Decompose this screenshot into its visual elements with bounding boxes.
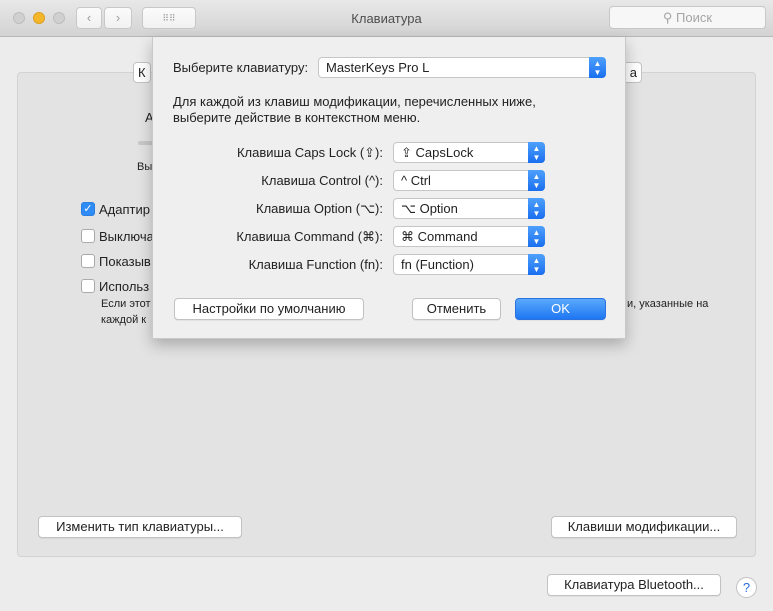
bluetooth-keyboard-button[interactable]: Клавиатура Bluetooth... [547, 574, 721, 596]
description-text: каждой к [101, 314, 147, 326]
checkbox-label: Показыв [99, 254, 151, 269]
option-label: Клавиша Option (⌥): [256, 201, 383, 216]
slider-label: Вы [137, 161, 153, 173]
checkmark-icon: ✓ [83, 203, 93, 215]
checkbox-2[interactable] [81, 254, 95, 268]
control-select[interactable]: ^ Ctrl ▲ ▼ [393, 170, 545, 191]
command-select[interactable]: ⌘ Command ▲ ▼ [393, 226, 545, 247]
updown-chevron-icon: ▲ ▼ [528, 254, 545, 275]
keyboard-select[interactable]: MasterKeys Pro L ▲ ▼ [318, 57, 606, 78]
magnifier-icon: ⚲ [662, 10, 677, 25]
restore-defaults-button[interactable]: Настройки по умолчанию [174, 298, 364, 320]
cancel-button[interactable]: Отменить [412, 298, 501, 320]
help-button[interactable]: ? [736, 577, 757, 598]
function-label: Клавиша Function (fn): [248, 257, 383, 272]
updown-chevron-icon: ▲ ▼ [528, 226, 545, 247]
modifier-keys-sheet: Выберите клавиатуру: MasterKeys Pro L ▲ ▼ … [152, 37, 626, 339]
updown-chevron-icon: ▲ ▼ [528, 142, 545, 163]
ok-button[interactable]: OK [515, 298, 606, 320]
description-text: Если этот [101, 298, 151, 310]
description-text: и, указанные на [627, 298, 709, 310]
updown-chevron-icon: ▲ ▼ [528, 198, 545, 219]
tab-keyboard[interactable]: К [133, 62, 151, 83]
checkbox-3[interactable] [81, 279, 95, 293]
checkbox-label: Использ [99, 279, 150, 294]
control-label: Клавиша Control (^): [261, 173, 383, 188]
checkbox-label: Адаптир [99, 202, 150, 217]
sheet-description: выберите действие в контекстном меню. [173, 110, 421, 125]
caps-lock-label: Клавиша Caps Lock (⇪): [236, 145, 383, 160]
modifier-keys-button[interactable]: Клавиши модификации... [551, 516, 737, 538]
command-label: Клавиша Command (⌘): [236, 229, 383, 244]
checkbox-1[interactable] [81, 229, 95, 243]
updown-chevron-icon: ▲ ▼ [528, 170, 545, 191]
keyboard-label: Выберите клавиатуру: [173, 60, 309, 75]
function-select[interactable]: fn (Function) ▲ ▼ [393, 254, 545, 275]
caps-lock-select[interactable]: ⇪ CapsLock ▲ ▼ [393, 142, 545, 163]
updown-chevron-icon: ▲ ▼ [589, 57, 606, 78]
change-keyboard-type-button[interactable]: Изменить тип клавиатуры... [38, 516, 242, 538]
search-input[interactable]: ⚲ Поиск [609, 6, 766, 29]
checkbox-0[interactable]: ✓ [81, 202, 95, 216]
checkbox-label: Выключа [99, 229, 154, 244]
sheet-description: Для каждой из клавиш модификации, перечи… [173, 94, 536, 109]
option-select[interactable]: ⌥ Option ▲ ▼ [393, 198, 545, 219]
